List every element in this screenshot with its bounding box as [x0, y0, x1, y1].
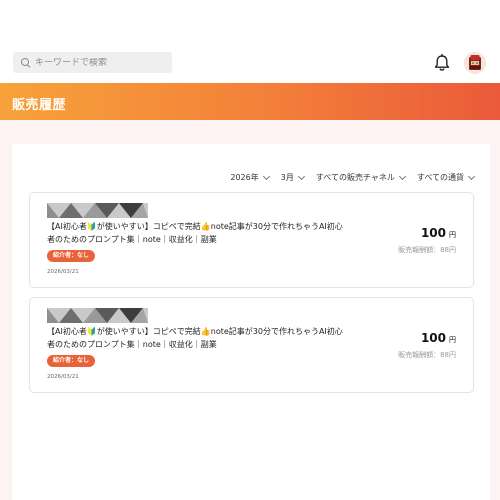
price-value: 100 [420, 226, 446, 240]
month-filter[interactable]: 3月 [280, 172, 305, 183]
sale-date: 2026/03/21 [47, 269, 79, 275]
search-bar[interactable] [13, 52, 172, 73]
sale-title: 【AI初心者🔰が使いやすい】コピペで完結👍note記事が30分で作れちゃうAI初… [47, 222, 343, 244]
sale-card[interactable]: 【AI初心者🔰が使いやすい】コピペで完結👍note記事が30分で作れちゃうAI初… [29, 297, 474, 393]
search-input[interactable] [35, 57, 165, 68]
sale-reward: 販売報酬額：88円 [398, 246, 456, 254]
price-currency: 円 [449, 336, 456, 344]
filter-bar: 2026年 3月 すべての販売チャネル すべての通貨 [230, 172, 476, 183]
month-filter-label: 3月 [280, 173, 294, 182]
avatar-image [464, 52, 486, 74]
avatar[interactable] [464, 52, 486, 74]
sale-price: 100 円 [421, 226, 456, 240]
channel-filter[interactable]: すべての販売チャネル [315, 172, 406, 183]
sale-date: 2026/03/21 [47, 374, 79, 380]
referrer-badge: 紹介者：なし [47, 355, 96, 367]
sale-title: 【AI初心者🔰が使いやすい】コピペで完結👍note記事が30分で作れちゃうAI初… [47, 327, 343, 349]
chevron-down-icon [297, 172, 305, 180]
page-title: 販売履歴 [12, 98, 67, 113]
chevron-down-icon [262, 172, 270, 180]
referrer-badge: 紹介者：なし [47, 250, 96, 262]
price-currency: 円 [449, 231, 456, 239]
bell-icon[interactable] [434, 54, 450, 72]
article-thumbnail [47, 203, 148, 218]
chevron-down-icon [467, 172, 476, 180]
sale-price: 100 円 [421, 331, 456, 345]
year-filter[interactable]: 2026年 [230, 172, 270, 183]
price-value: 100 [420, 331, 446, 345]
search-icon [21, 58, 30, 67]
page-banner: 販売履歴 [0, 83, 500, 120]
channel-filter-label: すべての販売チャネル [315, 173, 395, 182]
top-header [0, 0, 500, 83]
article-thumbnail [47, 308, 148, 323]
currency-filter[interactable]: すべての通貨 [416, 172, 476, 183]
year-filter-label: 2026年 [230, 173, 259, 182]
sale-reward: 販売報酬額：88円 [398, 351, 456, 359]
chevron-down-icon [398, 172, 406, 180]
sale-card[interactable]: 【AI初心者🔰が使いやすい】コピペで完結👍note記事が30分で作れちゃうAI初… [29, 192, 474, 288]
currency-filter-label: すべての通貨 [416, 173, 464, 182]
